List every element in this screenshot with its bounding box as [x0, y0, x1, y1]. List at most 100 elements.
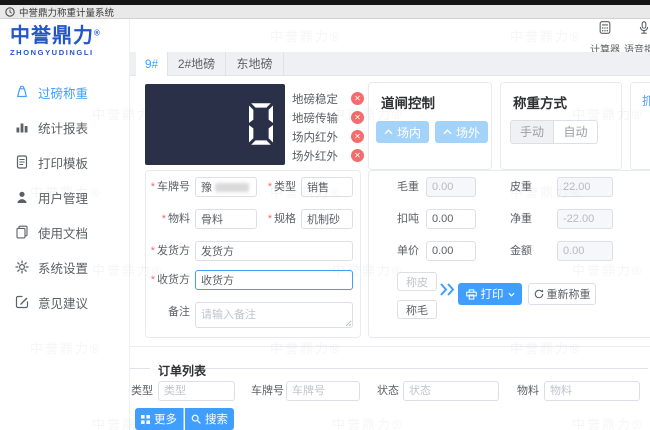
- tare-input: [557, 177, 613, 197]
- plate-input[interactable]: 豫: [195, 177, 257, 197]
- toolbar-calculator[interactable]: 计算器: [585, 21, 625, 56]
- plate-label: 车牌号: [151, 177, 190, 197]
- receiver-input[interactable]: [195, 270, 353, 290]
- watermark-text: 中誉鼎力®: [270, 29, 342, 44]
- error-circle-icon: [351, 92, 364, 105]
- chevron-up-icon: [443, 129, 452, 135]
- filter-status-label: 状态: [377, 385, 399, 397]
- gate-inside-button[interactable]: 场内: [376, 121, 429, 143]
- filter-status-input[interactable]: [403, 381, 499, 401]
- reweigh-label: 重新称重: [546, 289, 591, 301]
- gate-inside-label: 场内: [396, 125, 421, 140]
- scale-icon: [17, 85, 27, 98]
- status-label: 场内红外: [292, 131, 338, 144]
- weigh-gross-button[interactable]: 称毛: [397, 300, 437, 319]
- calculator-icon: [599, 21, 611, 34]
- gross-label: 毛重: [397, 181, 419, 193]
- watermark-text: 中誉鼎力®: [270, 341, 342, 356]
- status-label: 场外红外: [292, 150, 338, 163]
- spec-label: 规格: [268, 209, 296, 229]
- sidebar-item-label: 意见建议: [38, 296, 89, 311]
- amount-label: 金额: [510, 245, 532, 257]
- status-row: 场外红外: [292, 146, 364, 165]
- price-input[interactable]: [426, 241, 476, 261]
- orders-divider-right: [204, 368, 648, 369]
- net-input: [557, 209, 613, 229]
- sidebar-item-label: 系统设置: [38, 261, 89, 276]
- printer-icon: [465, 288, 477, 300]
- type-label: 类型: [268, 177, 296, 197]
- app-icon: [5, 6, 15, 17]
- search-button[interactable]: 搜索: [185, 408, 234, 430]
- watermark-text: 中誉鼎力®: [510, 29, 582, 44]
- sidebar-item-docs[interactable]: 使用文档: [0, 215, 130, 249]
- mode-auto-option[interactable]: 自动: [554, 120, 598, 144]
- weigh-tare-button[interactable]: 称皮: [397, 272, 437, 291]
- filter-plate-input[interactable]: [286, 381, 360, 401]
- orders-divider-left: [130, 368, 150, 369]
- error-circle-icon: [351, 130, 364, 143]
- refresh-icon: [534, 289, 543, 299]
- remark-textarea[interactable]: [195, 302, 353, 328]
- weight-display: [145, 84, 285, 165]
- registered-mark: ®: [94, 28, 100, 38]
- reweigh-button[interactable]: 重新称重: [528, 283, 596, 305]
- material-input[interactable]: [195, 209, 257, 229]
- sidebar-item-settings[interactable]: 系统设置: [0, 250, 130, 284]
- filter-plate-label: 车牌号: [251, 385, 284, 397]
- chevron-down-icon: [507, 292, 515, 297]
- more-label: 更多: [154, 414, 177, 426]
- remark-label: 备注: [168, 306, 190, 318]
- gear-icon: [15, 260, 29, 274]
- filter-material-input[interactable]: [544, 381, 640, 401]
- grid-icon: [141, 414, 150, 424]
- weigh-mode-panel: 称重方式 手动 自动: [500, 82, 622, 170]
- deduct-input[interactable]: [426, 209, 476, 229]
- gate-control-panel: 道闸控制 场内 场外: [368, 82, 492, 170]
- capture-panel: 抓拍: [630, 82, 650, 170]
- template-icon: [16, 155, 28, 169]
- window-titlebar: 中誉鼎力称重计量系统: [0, 5, 650, 19]
- status-row: 地磅传输: [292, 108, 364, 127]
- price-label: 单价: [397, 245, 419, 257]
- sidebar-item-user-management[interactable]: 用户管理: [0, 180, 130, 214]
- tab-dong-dibang[interactable]: 东地磅: [226, 52, 284, 76]
- spec-input[interactable]: [301, 209, 353, 229]
- document-icon: [16, 225, 28, 239]
- weight-values-panel: 毛重 皮重 扣吨 净重 单价 金额 称皮 称毛 打印 重新称重: [368, 170, 650, 338]
- deduct-label: 扣吨: [397, 213, 419, 225]
- material-label: 物料: [162, 209, 190, 229]
- window-title: 中誉鼎力称重计量系统: [19, 7, 115, 19]
- net-label: 净重: [510, 213, 532, 225]
- gate-outside-button[interactable]: 场外: [435, 121, 488, 143]
- tab-9[interactable]: 9#: [136, 52, 168, 76]
- mode-manual-option[interactable]: 手动: [510, 120, 554, 144]
- amount-input: [557, 241, 613, 261]
- error-circle-icon: [351, 149, 364, 162]
- weigh-mode-title: 称重方式: [513, 96, 567, 111]
- sidebar-item-label: 过磅称重: [38, 86, 89, 101]
- filter-type-input[interactable]: [158, 381, 235, 401]
- toolbar-voice[interactable]: 语音播报: [624, 21, 650, 56]
- capture-link[interactable]: 抓拍: [642, 92, 650, 109]
- print-button[interactable]: 打印: [458, 283, 522, 305]
- brand-name: 中誉鼎力: [10, 25, 94, 47]
- sidebar-item-reports[interactable]: 统计报表: [0, 110, 130, 144]
- more-button[interactable]: 更多: [135, 408, 184, 430]
- type-input[interactable]: [301, 177, 353, 197]
- sidebar-item-print-template[interactable]: 打印模板: [0, 145, 130, 179]
- status-label: 地磅传输: [292, 112, 338, 125]
- app-window: 中誉鼎力称重计量系统 中誉鼎力® ZHONGYUDINGLI 过磅称重 统计报表…: [0, 0, 650, 430]
- filter-material-label: 物料: [517, 385, 539, 397]
- weighbridge-tabs: 9# 2#地磅 东地磅: [130, 52, 650, 76]
- seven-segment-digit: [249, 103, 273, 145]
- sender-input[interactable]: [195, 241, 353, 261]
- sidebar-item-feedback[interactable]: 意见建议: [0, 285, 130, 319]
- sidebar: 中誉鼎力® ZHONGYUDINGLI 过磅称重 统计报表 打印模板 用户管理: [0, 19, 130, 430]
- search-icon: [191, 414, 201, 424]
- sender-label: 发货方: [151, 241, 190, 261]
- watermark-text: 中誉鼎力®: [510, 341, 582, 356]
- sidebar-item-weighing[interactable]: 过磅称重: [0, 75, 130, 109]
- chevron-up-icon: [384, 129, 393, 135]
- tab-2-dibang[interactable]: 2#地磅: [168, 52, 226, 76]
